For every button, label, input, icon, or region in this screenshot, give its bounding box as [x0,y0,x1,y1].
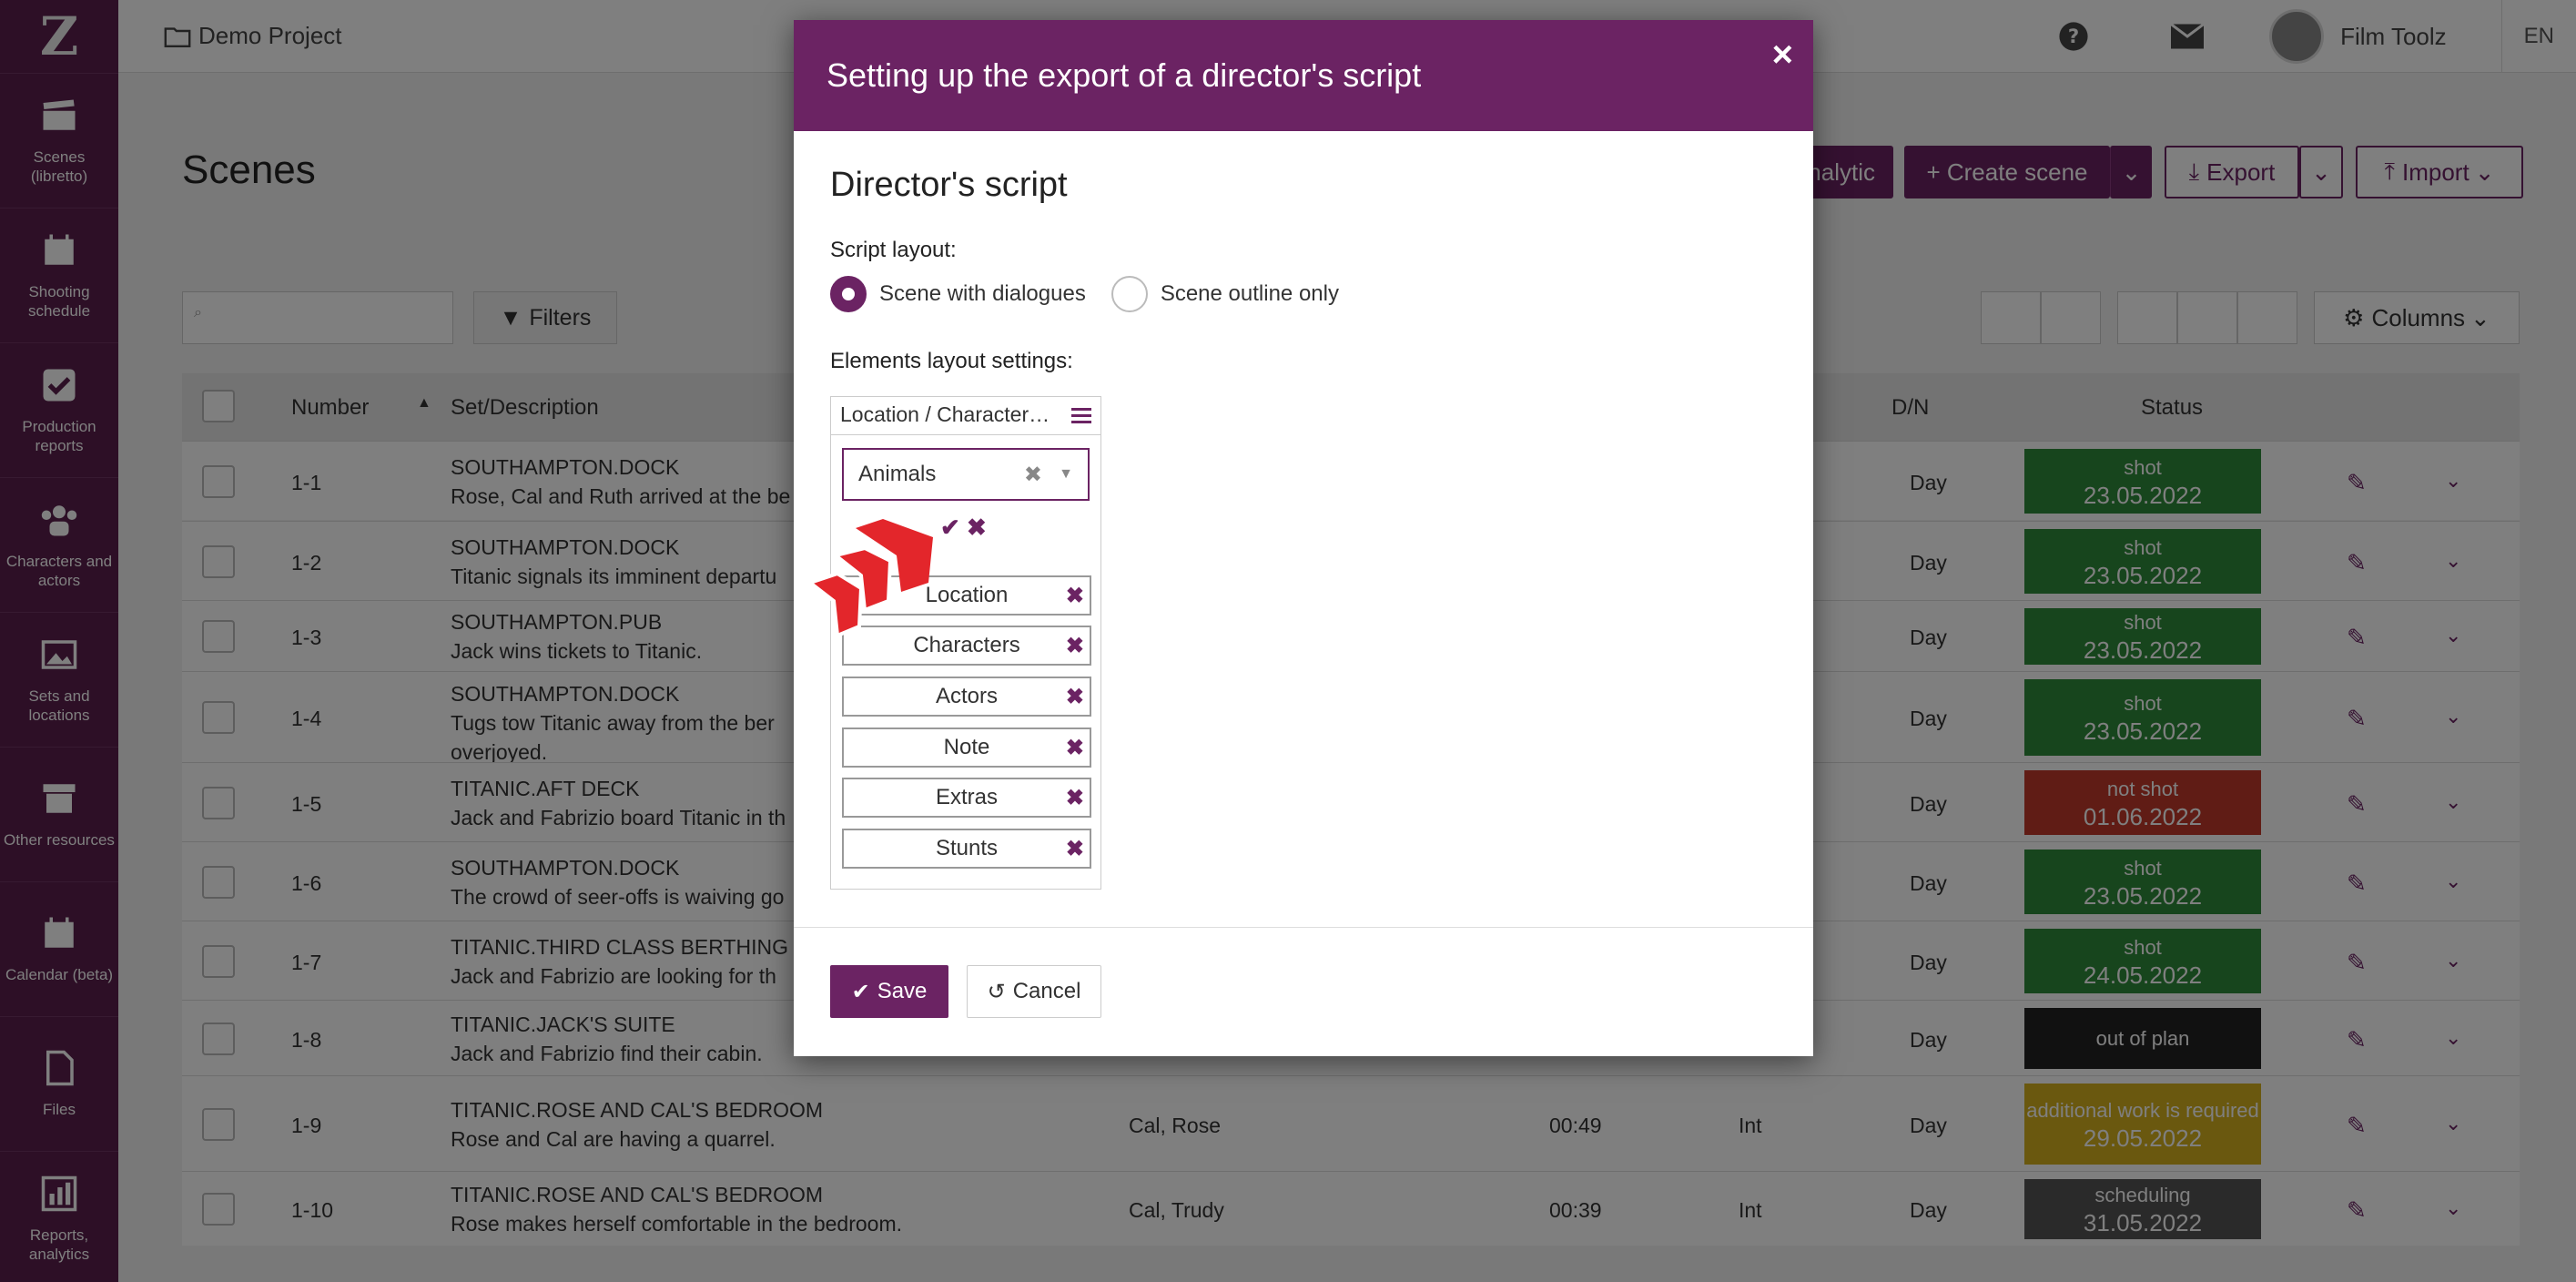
cancel-button[interactable]: ↺ Cancel [967,965,1101,1018]
radio-scene-outline[interactable] [1111,276,1148,312]
tag-actors[interactable]: Actors ✖ [842,677,1091,717]
close-icon[interactable]: ✖ [967,514,987,541]
modal-footer-divider [794,927,1813,928]
close-icon[interactable]: × [1772,35,1793,76]
tag-label: Actors [935,684,998,708]
elements-layout-label: Elements layout settings: [830,349,1073,373]
panel-header: Location / Character… [831,397,1100,435]
tag-label: Extras [935,785,998,809]
tag-label: Stunts [935,836,999,860]
drag-cursor-icon [806,519,933,638]
remove-icon[interactable]: ✖ [1066,633,1084,659]
radio-label-outline[interactable]: Scene outline only [1161,281,1339,307]
modal-heading: Director's script [830,166,1068,204]
element-select[interactable]: Animals ✖ ▼ [842,448,1090,501]
tag-stunts[interactable]: Stunts ✖ [842,829,1091,869]
remove-icon[interactable]: ✖ [1066,684,1084,710]
panel-title: Location / Character… [840,402,1050,426]
tag-extras[interactable]: Extras ✖ [842,778,1091,818]
cancel-label: Cancel [1012,979,1081,1003]
tag-label: Note [943,735,990,759]
undo-icon: ↺ [987,979,1006,1004]
remove-icon[interactable]: ✖ [1066,735,1084,761]
modal-title: Setting up the export of a director's sc… [827,56,1422,94]
remove-icon[interactable]: ✖ [1066,836,1084,862]
remove-icon[interactable]: ✖ [1066,583,1084,609]
save-label: Save [877,979,928,1003]
check-icon[interactable]: ✔ [940,514,960,541]
remove-icon[interactable]: ✖ [1066,785,1084,811]
element-select-value: Animals [858,462,937,486]
tag-note[interactable]: Note ✖ [842,727,1091,768]
radio-scene-with-dialogues[interactable] [830,276,867,312]
confirm-cancel-icons: ✔ ✖ [940,514,987,542]
save-button[interactable]: ✔ Save [830,965,948,1018]
radio-label-dialogues[interactable]: Scene with dialogues [879,281,1086,307]
script-layout-label: Script layout: [830,238,957,262]
modal-header: Setting up the export of a director's sc… [794,20,1813,131]
export-modal: Setting up the export of a director's sc… [794,20,1813,1056]
check-icon: ✔ [851,979,870,1004]
clear-icon[interactable]: ✖ [1024,462,1042,488]
hamburger-menu-icon[interactable] [1071,406,1091,424]
chevron-down-icon[interactable]: ▼ [1059,466,1073,483]
tag-label: Location [925,583,1009,607]
